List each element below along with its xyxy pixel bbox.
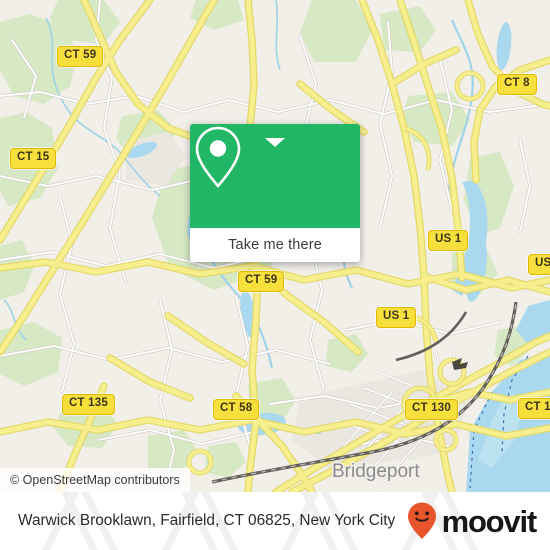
route-shield-ct-130[interactable]: CT 130 — [405, 399, 458, 420]
footer-bar: Warwick Brooklawn, Fairfield, CT 06825, … — [0, 492, 550, 550]
take-me-there-button[interactable]: Take me there — [228, 237, 322, 253]
route-shield-ct-1-edge[interactable]: CT 1 — [518, 398, 550, 419]
osm-attribution[interactable]: © OpenStreetMap contributors — [0, 468, 190, 492]
popup-pointer-tail — [265, 138, 285, 147]
moovit-logo[interactable]: moovit — [405, 501, 538, 541]
route-shield-ct-59-center[interactable]: CT 59 — [238, 271, 285, 292]
map-canvas[interactable]: Bridgeport CT 59 CT 15 CT 8 US 1 US CT 5… — [0, 0, 550, 492]
popup-footer[interactable]: Take me there — [190, 228, 360, 262]
moovit-map-screenshot: Bridgeport CT 59 CT 15 CT 8 US 1 US CT 5… — [0, 0, 550, 550]
route-shield-ct-135[interactable]: CT 135 — [62, 394, 115, 415]
route-shield-ct-8[interactable]: CT 8 — [497, 74, 537, 95]
route-shield-ct-59-north[interactable]: CT 59 — [57, 46, 104, 67]
route-shield-ct-15[interactable]: CT 15 — [10, 148, 57, 169]
moovit-wordmark: moovit — [441, 503, 538, 539]
route-shield-us-1-lower[interactable]: US 1 — [376, 307, 417, 328]
moovit-smiley-pin-icon — [407, 502, 436, 539]
location-pin-icon — [195, 126, 241, 188]
route-shield-us-edge[interactable]: US — [528, 254, 550, 275]
route-shield-us-1-upper[interactable]: US 1 — [428, 230, 469, 251]
address-text: Warwick Brooklawn, Fairfield, CT 06825, … — [18, 512, 396, 529]
route-shield-ct-58[interactable]: CT 58 — [213, 399, 260, 420]
place-label-bridgeport: Bridgeport — [332, 461, 420, 482]
